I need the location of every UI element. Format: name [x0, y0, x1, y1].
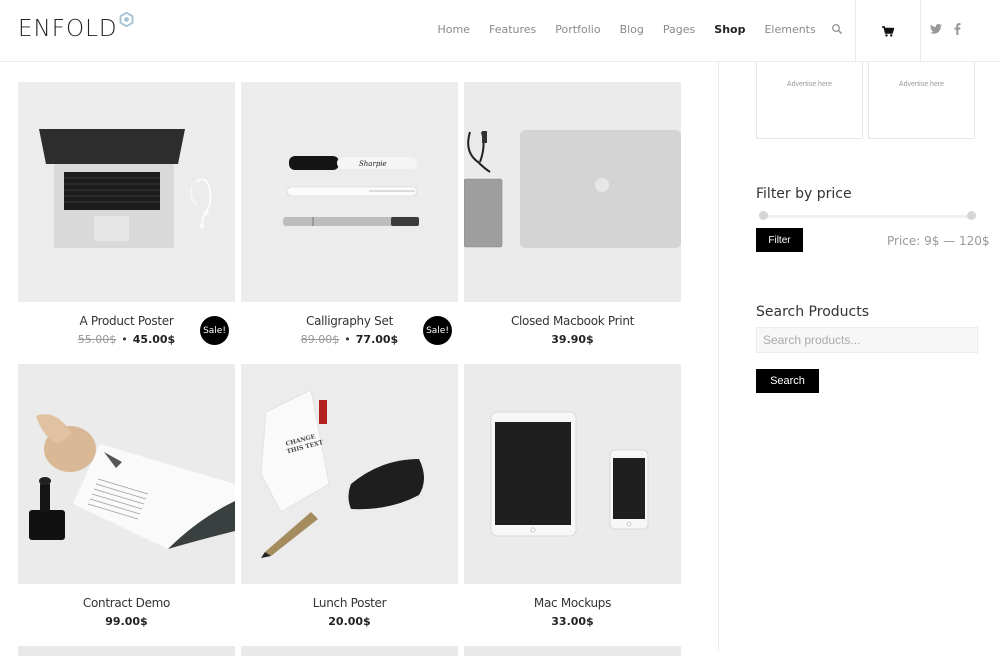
- svg-text:Sharpie: Sharpie: [359, 160, 387, 168]
- price-slider-track[interactable]: [762, 215, 972, 218]
- product-title[interactable]: Mac Mockups: [464, 596, 681, 610]
- twitter-icon[interactable]: [930, 24, 942, 34]
- product-image-partial[interactable]: [464, 646, 681, 656]
- product-price: 20.00$: [241, 615, 458, 628]
- old-price: 55.00$: [77, 333, 117, 346]
- nav-elements[interactable]: Elements: [764, 23, 815, 36]
- product-image-devices[interactable]: [464, 364, 681, 584]
- product-card[interactable]: A Product Poster 55.00$ • 45.00$ Sale!: [18, 82, 235, 346]
- ad-slot-2[interactable]: Advertise here: [868, 62, 975, 139]
- sidebar-divider: [718, 62, 719, 650]
- product-title[interactable]: Lunch Poster: [241, 596, 458, 610]
- product-title[interactable]: Closed Macbook Print: [464, 314, 681, 328]
- price: 20.00$: [328, 615, 371, 628]
- social-links: [930, 0, 961, 58]
- price: 33.00$: [551, 615, 594, 628]
- product-card[interactable]: CHANGE THIS TEXT Lunch Poster 20.00$: [241, 364, 458, 628]
- product-price: 33.00$: [464, 615, 681, 628]
- filter-by-price-title: Filter by price: [756, 186, 852, 202]
- search-button[interactable]: Search: [756, 369, 819, 393]
- logo[interactable]: ENFOLD: [18, 12, 134, 44]
- product-card-partial[interactable]: [18, 646, 235, 656]
- contract-illustration: [29, 414, 235, 549]
- price: 39.90$: [551, 333, 594, 346]
- price-separator: •: [121, 333, 128, 346]
- nav-shop[interactable]: Shop: [714, 23, 745, 36]
- old-price: 89.00$: [300, 333, 340, 346]
- sale-badge: Sale!: [200, 316, 229, 345]
- price-range-label: Price: 9$ — 120$: [887, 234, 990, 248]
- product-card-partial[interactable]: [464, 646, 681, 656]
- product-image-lunch[interactable]: CHANGE THIS TEXT: [241, 364, 458, 584]
- sale-price: 77.00$: [355, 333, 399, 346]
- price-slider-max-handle[interactable]: [967, 211, 976, 220]
- nav-pages[interactable]: Pages: [663, 23, 695, 36]
- pens-illustration: Sharpie: [283, 156, 419, 226]
- filter-button[interactable]: Filter: [756, 228, 803, 252]
- product-card-partial[interactable]: [241, 646, 458, 656]
- devices-illustration: [490, 411, 649, 537]
- price-slider-min-handle[interactable]: [759, 211, 768, 220]
- nav-blog[interactable]: Blog: [620, 23, 644, 36]
- product-title[interactable]: Contract Demo: [18, 596, 235, 610]
- ad-slot-1[interactable]: Advertise here: [756, 62, 863, 139]
- sale-badge: Sale!: [423, 316, 452, 345]
- price: 99.00$: [105, 615, 148, 628]
- product-price: 39.90$: [464, 333, 681, 346]
- nav-home[interactable]: Home: [438, 23, 470, 36]
- logo-text: ENFOLD: [18, 16, 118, 42]
- cart-button[interactable]: [855, 0, 921, 62]
- product-image-macbook[interactable]: [464, 82, 681, 302]
- nav-features[interactable]: Features: [489, 23, 536, 36]
- product-price: 99.00$: [18, 615, 235, 628]
- product-image-laptop[interactable]: [18, 82, 235, 302]
- product-card[interactable]: Closed Macbook Print 39.90$: [464, 82, 681, 346]
- cart-icon: [882, 25, 894, 37]
- sale-price: 45.00$: [132, 333, 176, 346]
- product-image-contract[interactable]: [18, 364, 235, 584]
- product-card[interactable]: Mac Mockups 33.00$: [464, 364, 681, 628]
- facebook-icon[interactable]: [954, 23, 961, 35]
- search-products-title: Search Products: [756, 304, 869, 320]
- laptop-illustration: [39, 129, 212, 248]
- hexagon-logo-icon: [119, 12, 134, 27]
- product-image-partial[interactable]: [18, 646, 235, 656]
- product-image-partial[interactable]: [241, 646, 458, 656]
- search-icon[interactable]: [831, 23, 843, 35]
- main-nav: Home Features Portfolio Blog Pages Shop …: [428, 0, 843, 58]
- lunch-illustration: CHANGE THIS TEXT: [260, 389, 424, 558]
- macbook-illustration: [464, 130, 681, 248]
- price-separator: •: [344, 333, 351, 346]
- search-products-input[interactable]: [756, 327, 978, 353]
- product-card[interactable]: Sharpie Calligraphy Set 89.00$ • 77.00$ Sa…: [241, 82, 458, 346]
- product-image-pens[interactable]: Sharpie: [241, 82, 458, 302]
- product-card[interactable]: Contract Demo 99.00$: [18, 364, 235, 628]
- site-header: ENFOLD Home Features Portfolio Blog Page…: [0, 0, 1000, 62]
- nav-portfolio[interactable]: Portfolio: [555, 23, 600, 36]
